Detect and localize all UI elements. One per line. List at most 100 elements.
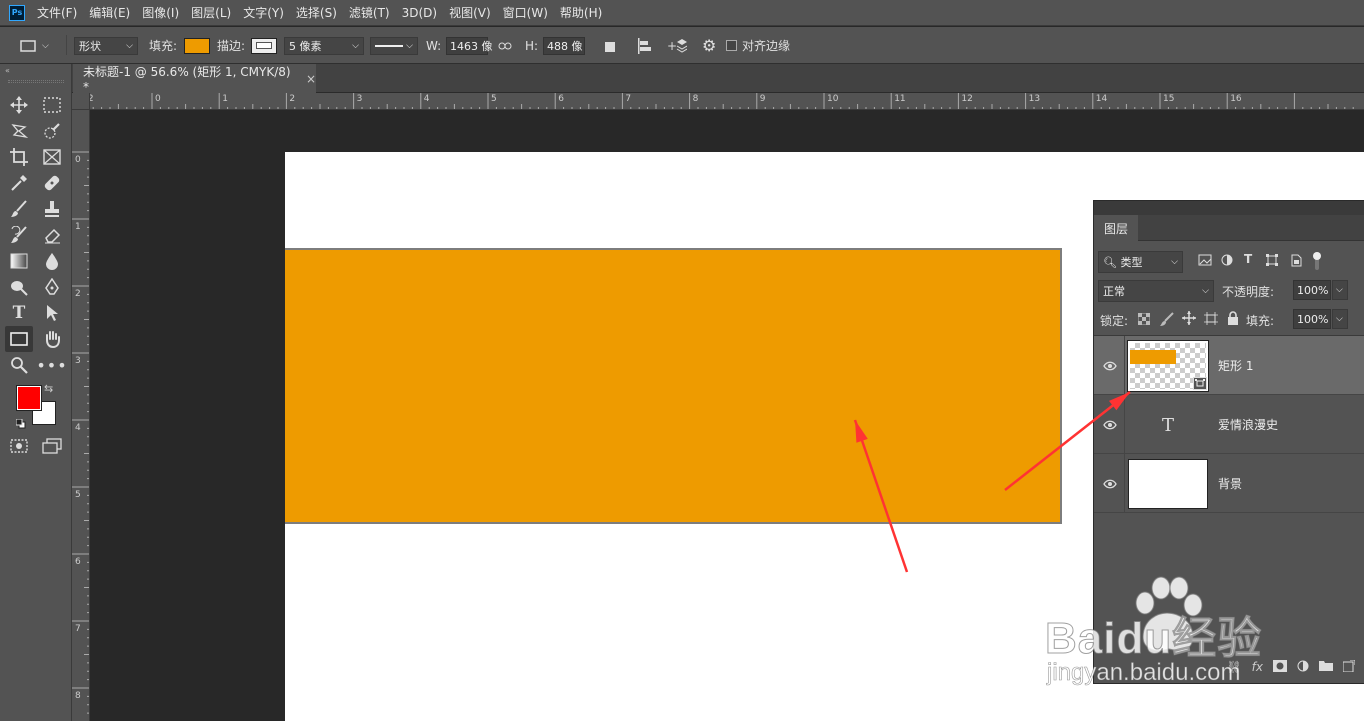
- layer-row-background[interactable]: 背景: [1094, 454, 1364, 513]
- fill-color-swatch[interactable]: [184, 37, 210, 54]
- tool-mode-select[interactable]: 形状 ⌵: [74, 36, 138, 55]
- layer-filter-row: 🔍︎ 类型 ⌵ T: [1094, 249, 1364, 275]
- path-alignment-icon[interactable]: [637, 27, 651, 64]
- smart-object-filter-icon[interactable]: [1290, 254, 1302, 270]
- lock-transparent-icon[interactable]: [1137, 312, 1151, 328]
- panel-grip[interactable]: [8, 80, 64, 83]
- zoom-tool-icon[interactable]: [7, 353, 31, 377]
- stroke-color-swatch[interactable]: [251, 37, 277, 54]
- stroke-width-field[interactable]: 5 像素 ⌵: [284, 36, 364, 55]
- screen-mode-icon[interactable]: [40, 434, 64, 458]
- menu-view[interactable]: 视图(V): [449, 4, 491, 21]
- align-edges-checkbox[interactable]: [726, 40, 737, 51]
- width-input[interactable]: 1463 像: [446, 36, 493, 55]
- shape-layer-filter-icon[interactable]: [1266, 254, 1278, 269]
- foreground-color-swatch[interactable]: [16, 385, 42, 411]
- layer-row-shape[interactable]: 矩形 1: [1094, 336, 1364, 395]
- lock-artboard-icon[interactable]: [1204, 312, 1218, 328]
- menu-filter[interactable]: 滤镜(T): [349, 4, 390, 21]
- layer-row-text[interactable]: T 爱情浪漫史: [1094, 395, 1364, 454]
- layer-thumbnail[interactable]: [1127, 340, 1209, 392]
- eraser-tool-icon[interactable]: [40, 223, 64, 247]
- visibility-eye-icon[interactable]: [1102, 395, 1118, 454]
- fill-input[interactable]: 100%: [1293, 309, 1331, 329]
- text-layer-thumbnail[interactable]: T: [1128, 400, 1208, 450]
- layer-filter-select[interactable]: 🔍︎ 类型 ⌵: [1098, 251, 1183, 273]
- opacity-slider-toggle[interactable]: ⌵: [1332, 280, 1348, 300]
- menu-type[interactable]: 文字(Y): [243, 4, 284, 21]
- fx-icon[interactable]: fx: [1252, 660, 1263, 674]
- add-mask-icon[interactable]: [1273, 659, 1287, 675]
- clone-stamp-tool-icon[interactable]: [40, 197, 64, 221]
- gradient-tool-icon[interactable]: [7, 249, 31, 273]
- filter-toggle-icon[interactable]: [1312, 251, 1322, 274]
- ruler-tick-label: 2: [289, 94, 296, 104]
- menu-layer[interactable]: 图层(L): [191, 4, 231, 21]
- link-layers-icon[interactable]: ⛓︎: [1226, 660, 1241, 674]
- gear-icon[interactable]: ⚙: [702, 27, 716, 64]
- menu-file[interactable]: 文件(F): [37, 4, 77, 21]
- blur-tool-icon[interactable]: [40, 249, 64, 273]
- marquee-tool-icon[interactable]: [40, 93, 64, 117]
- tab-layers[interactable]: 图层: [1094, 215, 1139, 241]
- panel-header[interactable]: [1094, 201, 1364, 215]
- document-tab[interactable]: 未标题-1 @ 56.6% (矩形 1, CMYK/8) * ×: [73, 64, 316, 94]
- layer-thumbnail[interactable]: [1128, 459, 1208, 509]
- blend-row: 正常 ⌵ 不透明度: 100% ⌵: [1094, 278, 1364, 304]
- path-selection-tool-icon[interactable]: [40, 301, 64, 325]
- height-input[interactable]: 488 像: [543, 36, 585, 55]
- default-colors-icon[interactable]: [15, 418, 26, 429]
- lock-position-icon[interactable]: [1182, 311, 1196, 328]
- eyedropper-tool-icon[interactable]: [7, 171, 31, 195]
- path-operations-icon[interactable]: [604, 27, 618, 64]
- quick-mask-icon[interactable]: [7, 434, 31, 458]
- blend-mode-select[interactable]: 正常 ⌵: [1098, 280, 1214, 302]
- swap-colors-icon[interactable]: ⇆: [44, 382, 53, 395]
- link-icon[interactable]: [498, 27, 512, 64]
- type-tool-icon[interactable]: T: [7, 301, 31, 325]
- menu-select[interactable]: 选择(S): [296, 4, 337, 21]
- horizontal-ruler[interactable]: 2012345678910111213141516: [90, 93, 1364, 110]
- lock-all-icon[interactable]: [1227, 311, 1239, 328]
- adjustment-layer-filter-icon[interactable]: [1221, 254, 1233, 269]
- type-layer-filter-icon[interactable]: T: [1244, 252, 1252, 266]
- close-icon[interactable]: ×: [306, 72, 316, 86]
- menu-3d[interactable]: 3D(D): [402, 6, 437, 20]
- path-arrangement-icon[interactable]: +: [667, 27, 687, 64]
- fill-slider-toggle[interactable]: ⌵: [1332, 309, 1348, 329]
- tool-preset-picker[interactable]: ⌵: [20, 27, 49, 64]
- menu-edit[interactable]: 编辑(E): [89, 4, 130, 21]
- visibility-eye-icon[interactable]: [1102, 454, 1118, 513]
- opacity-input[interactable]: 100%: [1293, 280, 1331, 300]
- visibility-eye-icon[interactable]: [1102, 336, 1118, 395]
- quick-selection-tool-icon[interactable]: [40, 119, 64, 143]
- healing-brush-tool-icon[interactable]: [40, 171, 64, 195]
- history-brush-tool-icon[interactable]: [7, 223, 31, 247]
- ruler-tick-label: 5: [491, 94, 497, 104]
- move-tool-icon[interactable]: [7, 93, 31, 117]
- adjustment-layer-icon[interactable]: [1297, 660, 1309, 675]
- ruler-origin[interactable]: [72, 93, 90, 110]
- layer-name: 爱情浪漫史: [1218, 418, 1279, 432]
- pen-tool-icon[interactable]: [40, 275, 64, 299]
- lasso-tool-icon[interactable]: [7, 119, 31, 143]
- lock-image-icon[interactable]: [1160, 312, 1174, 329]
- brush-tool-icon[interactable]: [7, 197, 31, 221]
- menu-help[interactable]: 帮助(H): [560, 4, 602, 21]
- menu-image[interactable]: 图像(I): [142, 4, 179, 21]
- more-tools-icon[interactable]: •••: [36, 353, 66, 377]
- frame-tool-icon[interactable]: [40, 145, 64, 169]
- menu-window[interactable]: 窗口(W): [503, 4, 548, 21]
- hand-tool-icon[interactable]: [40, 327, 64, 351]
- stroke-type-select[interactable]: ⌵: [370, 36, 418, 55]
- crop-tool-icon[interactable]: [7, 145, 31, 169]
- orange-rectangle-shape[interactable]: [285, 248, 1062, 524]
- height-label: H:: [525, 38, 539, 53]
- vertical-ruler[interactable]: 0 1 2 3 4 5 6 7 8: [72, 110, 90, 721]
- new-layer-icon[interactable]: [1342, 659, 1356, 675]
- new-group-icon[interactable]: [1319, 660, 1333, 674]
- collapse-panel-icon[interactable]: «: [5, 66, 10, 75]
- dodge-tool-icon[interactable]: [7, 275, 31, 299]
- pixel-layer-filter-icon[interactable]: [1198, 254, 1212, 269]
- rectangle-tool-icon[interactable]: [5, 326, 33, 352]
